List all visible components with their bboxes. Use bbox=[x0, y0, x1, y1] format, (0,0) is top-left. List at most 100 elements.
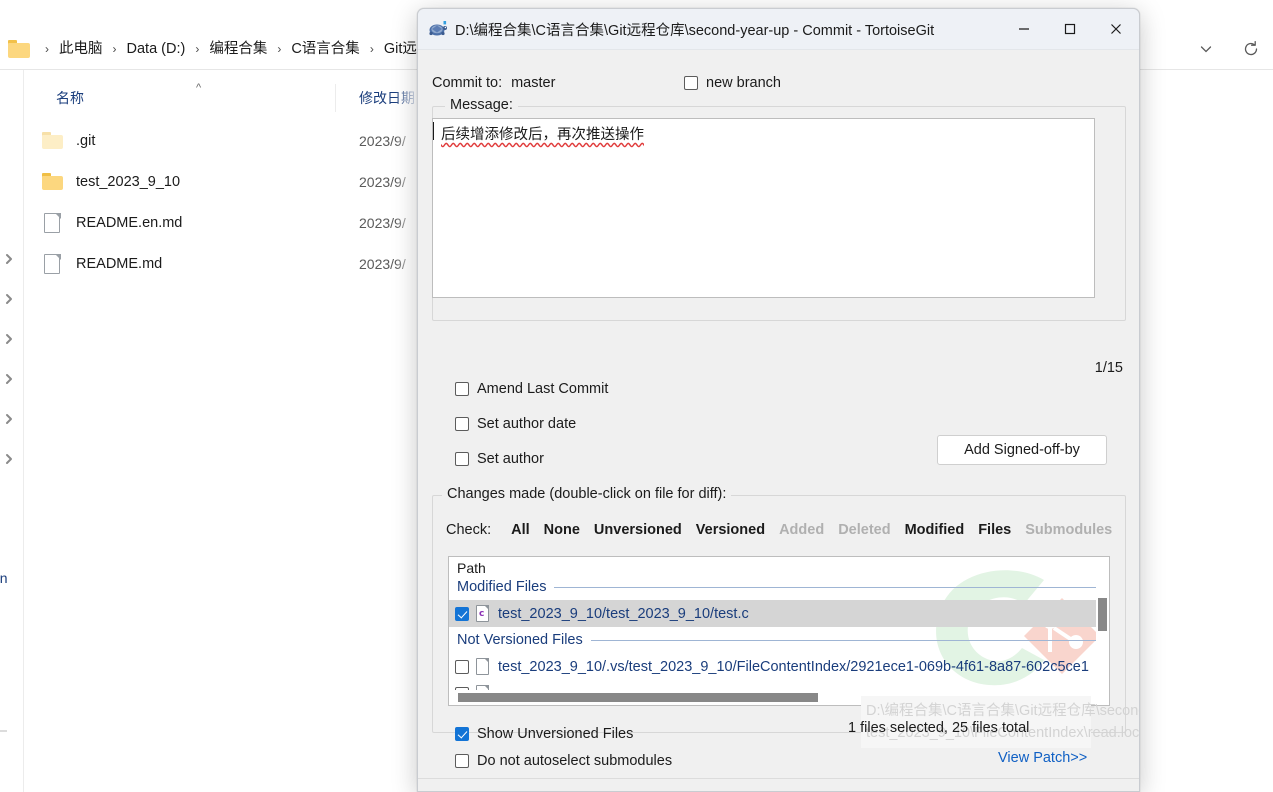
file-checkbox[interactable] bbox=[455, 659, 469, 674]
folder-icon bbox=[42, 172, 64, 192]
maximize-button[interactable] bbox=[1047, 9, 1093, 49]
check-link-versioned[interactable]: Versioned bbox=[696, 522, 765, 538]
file-name: test_2023_9_10 bbox=[76, 173, 181, 190]
document-icon bbox=[476, 658, 491, 675]
check-link-all[interactable]: All bbox=[511, 522, 530, 538]
message-group-label: Message: bbox=[445, 97, 518, 113]
set-author-date-checkbox[interactable] bbox=[455, 417, 469, 431]
tortoisegit-commit-dialog: D:\编程合集\C语言合集\Git远程仓库\second-year-up - C… bbox=[417, 8, 1140, 792]
chevron-right-icon[interactable] bbox=[2, 252, 16, 266]
navigation-pane[interactable]: on bbox=[0, 70, 24, 792]
close-button[interactable] bbox=[1093, 9, 1139, 49]
text-caret bbox=[433, 122, 434, 140]
file-checkbox[interactable] bbox=[455, 606, 469, 621]
file-group-header-modified: Modified Files bbox=[449, 574, 1109, 600]
chevron-down-icon[interactable] bbox=[1193, 36, 1219, 62]
new-branch-checkbox-row[interactable]: new branch bbox=[684, 75, 781, 91]
folder-icon-hidden bbox=[42, 131, 64, 151]
document-icon bbox=[42, 212, 64, 233]
folder-icon bbox=[8, 40, 30, 58]
commit-to-row: Commit to: master bbox=[432, 75, 555, 91]
dialog-title: D:\编程合集\C语言合集\Git远程仓库\second-year-up - C… bbox=[455, 22, 935, 39]
explorer-toolbar bbox=[1183, 28, 1273, 70]
no-autoselect-submodules-row[interactable]: Do not autoselect submodules bbox=[455, 753, 672, 769]
commit-to-label: Commit to: bbox=[432, 75, 503, 91]
view-patch-link[interactable]: View Patch>> bbox=[998, 750, 1087, 766]
scrollbar-thumb[interactable] bbox=[458, 693, 818, 702]
check-link-none[interactable]: None bbox=[544, 522, 580, 538]
file-list-horizontal-scrollbar[interactable] bbox=[449, 690, 1109, 705]
amend-last-commit-checkbox[interactable] bbox=[455, 382, 469, 396]
file-name: README.md bbox=[76, 255, 163, 272]
file-list-vertical-scrollbar[interactable] bbox=[1096, 574, 1109, 692]
table-row[interactable]: test_2023_9_10/.vs/test_2023_9_10/FileCo… bbox=[449, 653, 1109, 680]
group-rule bbox=[590, 639, 1109, 641]
breadcrumb-item-0[interactable]: 此电脑 bbox=[56, 37, 106, 61]
check-label: Check: bbox=[446, 522, 492, 538]
commit-message-input[interactable]: 后续增添修改后，再次推送操作 bbox=[432, 118, 1095, 298]
file-name: README.en.md bbox=[76, 214, 183, 231]
breadcrumb-item-2[interactable]: 编程合集 bbox=[206, 37, 270, 61]
show-unversioned-files-row[interactable]: Show Unversioned Files bbox=[455, 726, 633, 742]
breadcrumb-item-1[interactable]: Data (D:) bbox=[124, 37, 189, 61]
chevron-right-icon[interactable] bbox=[2, 372, 16, 386]
dialog-body: Commit to: master new branch Message: 后续… bbox=[418, 50, 1139, 791]
status-text: 1 files selected, 25 files total bbox=[848, 720, 1030, 736]
chevron-right-icon[interactable] bbox=[2, 412, 16, 426]
dialog-titlebar[interactable]: D:\编程合集\C语言合集\Git远程仓库\second-year-up - C… bbox=[418, 9, 1139, 49]
document-icon bbox=[42, 253, 64, 274]
check-link-modified[interactable]: Modified bbox=[905, 522, 965, 538]
show-unversioned-files-label: Show Unversioned Files bbox=[477, 726, 634, 742]
check-link-files[interactable]: Files bbox=[978, 522, 1011, 538]
minimize-button[interactable] bbox=[1001, 9, 1047, 49]
c-source-file-icon: c bbox=[476, 605, 491, 622]
chevron-right-icon[interactable] bbox=[2, 332, 16, 346]
breadcrumb-separator: › bbox=[369, 42, 374, 56]
file-list-content[interactable]: Modified Files c test_2023_9_10/test_202… bbox=[449, 574, 1109, 692]
column-divider bbox=[335, 84, 336, 112]
show-unversioned-files-checkbox[interactable] bbox=[455, 727, 469, 741]
set-author-date-row[interactable]: Set author date bbox=[455, 416, 576, 432]
amend-last-commit-row[interactable]: Amend Last Commit bbox=[455, 381, 608, 397]
commit-to-branch-value[interactable]: master bbox=[511, 75, 555, 91]
chevron-right-icon[interactable] bbox=[2, 292, 16, 306]
breadcrumb-item-3[interactable]: C语言合集 bbox=[288, 37, 362, 61]
file-group-label: Not Versioned Files bbox=[457, 632, 583, 648]
new-branch-checkbox[interactable] bbox=[684, 76, 698, 90]
file-name: .git bbox=[76, 132, 96, 149]
breadcrumb-item-4[interactable]: Git远 bbox=[381, 37, 420, 61]
file-path: test_2023_9_10/.vs/test_2023_9_10/FileCo… bbox=[498, 658, 1089, 675]
set-author-row[interactable]: Set author bbox=[455, 451, 544, 467]
file-group-header-not-versioned: Not Versioned Files bbox=[449, 627, 1109, 653]
table-row[interactable]: c test_2023_9_10/test_2023_9_10/test.c bbox=[449, 600, 1109, 627]
no-autoselect-submodules-checkbox[interactable] bbox=[455, 754, 469, 768]
divider bbox=[418, 778, 1139, 779]
group-rule bbox=[554, 586, 1109, 588]
nav-item-partial-label[interactable]: on bbox=[0, 570, 8, 586]
check-link-submodules: Submodules bbox=[1025, 522, 1113, 538]
scrollbar-thumb[interactable] bbox=[1098, 598, 1107, 631]
set-author-date-label: Set author date bbox=[477, 416, 577, 432]
check-link-deleted: Deleted bbox=[838, 522, 891, 538]
file-path: test_2023_9_10/test_2023_9_10/test.c bbox=[498, 605, 749, 622]
set-author-label: Set author bbox=[477, 451, 544, 467]
breadcrumb-separator: › bbox=[45, 42, 49, 56]
amend-last-commit-label: Amend Last Commit bbox=[477, 381, 609, 397]
set-author-checkbox[interactable] bbox=[455, 452, 469, 466]
tortoisegit-turtle-icon bbox=[428, 20, 448, 38]
breadcrumb-separator: › bbox=[277, 42, 282, 56]
sort-ascending-icon: ^ bbox=[196, 82, 202, 94]
changed-files-list[interactable]: Path Modified Files c test_2023_9_10/tes… bbox=[448, 556, 1110, 706]
changes-group-label: Changes made (double-click on file for d… bbox=[442, 486, 732, 502]
add-signed-off-by-button[interactable]: Add Signed-off-by bbox=[937, 435, 1107, 465]
check-link-unversioned[interactable]: Unversioned bbox=[594, 522, 682, 538]
new-branch-label: new branch bbox=[706, 75, 781, 91]
chevron-right-icon[interactable] bbox=[2, 452, 16, 466]
column-header-name[interactable]: 名称 bbox=[56, 88, 84, 108]
refresh-icon[interactable] bbox=[1238, 36, 1264, 62]
commit-message-text: 后续增添修改后，再次推送操作 bbox=[441, 127, 644, 143]
check-link-added: Added bbox=[779, 522, 825, 538]
check-links-row: Check: All None Unversioned Versioned Ad… bbox=[446, 522, 1126, 538]
message-line-counter: 1/15 bbox=[1094, 360, 1123, 376]
file-group-label: Modified Files bbox=[457, 579, 547, 595]
